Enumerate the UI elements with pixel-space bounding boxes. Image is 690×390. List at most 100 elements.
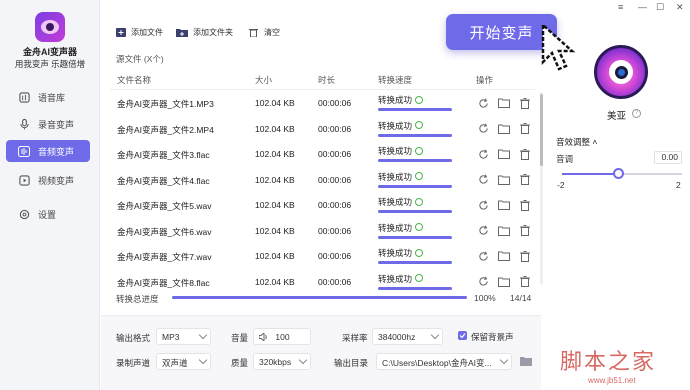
refresh-icon[interactable] (476, 147, 490, 161)
browse-folder-icon[interactable] (520, 356, 532, 368)
table-header: 文件名称 大小 时长 转换速度 操作 (110, 68, 535, 90)
voice-avatar[interactable] (594, 45, 648, 99)
keep-background-checkbox[interactable] (458, 331, 467, 340)
delete-icon[interactable] (518, 275, 532, 289)
file-name: 金舟AI变声器_文件2.MP4 (117, 124, 214, 135)
close-button[interactable]: ✕ (676, 2, 684, 13)
menu-button[interactable]: ≡ (618, 2, 623, 12)
open-folder-icon[interactable] (497, 96, 511, 110)
refresh-icon[interactable] (476, 198, 490, 212)
status-progress-bar (378, 184, 452, 188)
delete-icon[interactable] (518, 249, 532, 263)
refresh-icon[interactable] (476, 224, 490, 238)
row-actions (476, 147, 532, 161)
status-text: 转换成功 (378, 248, 413, 258)
mouse-cursor-icon (540, 22, 584, 76)
output-dir-field[interactable]: C:\Users\Desktop\金舟AI变... (376, 353, 512, 370)
app-name: 金舟AI变声器 (22, 47, 77, 57)
speaker-icon (258, 331, 269, 343)
nav-item-video-voice[interactable]: 视频变声 (6, 169, 90, 191)
status-progress-bar (378, 286, 452, 290)
sample-rate-label: 采样率 (342, 333, 368, 343)
voice-library-icon (18, 91, 30, 103)
table-scrollbar-thumb[interactable] (540, 94, 543, 166)
clear-button[interactable]: 清空 (249, 27, 280, 38)
open-folder-icon[interactable] (497, 249, 511, 263)
nav-item-voice-library[interactable]: 语音库 (6, 86, 90, 108)
open-folder-icon[interactable] (497, 198, 511, 212)
add-file-button[interactable]: 添加文件 (116, 27, 163, 38)
file-name: 金舟AI变声器_文件8.flac (117, 277, 210, 288)
output-format-select[interactable]: MP3 (156, 328, 211, 345)
status-text: 转换成功 (378, 120, 413, 131)
file-name: 金舟AI变声器_文件6.wav (117, 226, 212, 237)
status-text: 转换成功 (378, 222, 413, 233)
table-row[interactable]: 金舟AI变声器_文件1.MP3 102.04 KB 00:00:06 转换成功 (110, 91, 535, 116)
open-folder-icon[interactable] (497, 275, 511, 289)
open-folder-icon[interactable] (497, 173, 511, 187)
channel-value: 双声道 (162, 358, 188, 368)
nav-item-record-voice[interactable]: 录音变声 (6, 113, 90, 135)
refresh-icon[interactable] (476, 122, 490, 136)
open-folder-icon[interactable] (497, 147, 511, 161)
nav-item-settings[interactable]: 设置 (6, 203, 90, 225)
sample-rate-select[interactable]: 384000hz (372, 328, 443, 345)
volume-input[interactable]: 100 (253, 328, 311, 345)
success-check-icon (415, 197, 424, 206)
header-duration: 时长 (318, 75, 336, 85)
refresh-icon[interactable] (476, 96, 490, 110)
nav-item-audio-voice[interactable]: 音频变声 (6, 140, 90, 162)
table-row[interactable]: 金舟AI变声器_文件6.wav 102.04 KB 00:00:06 转换成功 (110, 219, 535, 244)
delete-icon[interactable] (518, 147, 532, 161)
chevron-down-icon (298, 355, 308, 365)
minimize-button[interactable]: — (638, 2, 647, 12)
table-row[interactable]: 金舟AI变声器_文件8.flac 102.04 KB 00:00:06 转换成功 (110, 270, 535, 295)
app-slogan: 用我变声 乐趣倍增 (14, 59, 86, 69)
source-files-label: 源文件 (X个) (116, 54, 164, 64)
table-row[interactable]: 金舟AI变声器_文件5.wav 102.04 KB 00:00:06 转换成功 (110, 193, 535, 218)
status-text: 转换成功 (378, 197, 413, 207)
keep-background-label: 保留背景声 (471, 332, 514, 342)
chevron-down-icon (198, 355, 208, 365)
maximize-button[interactable]: ☐ (656, 2, 664, 13)
nav-label: 视频变声 (38, 175, 75, 186)
success-check-icon (415, 121, 424, 130)
pitch-slider-handle[interactable] (613, 168, 624, 179)
success-check-icon (415, 248, 424, 257)
conversion-status: 转换成功 (378, 120, 452, 138)
table-row[interactable]: 金舟AI变声器_文件4.flac 102.04 KB 00:00:06 转换成功 (110, 168, 535, 193)
total-progress-bar (172, 296, 467, 299)
refresh-icon[interactable] (476, 249, 490, 263)
quality-label: 质量 (231, 358, 249, 368)
channel-select[interactable]: 双声道 (156, 353, 211, 370)
refresh-icon[interactable] (476, 173, 490, 187)
delete-icon[interactable] (518, 224, 532, 238)
refresh-icon[interactable] (476, 275, 490, 289)
open-folder-icon[interactable] (497, 122, 511, 136)
table-row[interactable]: 金舟AI变声器_文件3.flac 102.04 KB 00:00:06 转换成功 (110, 142, 535, 167)
output-dir-label: 输出目录 (334, 358, 369, 368)
help-icon[interactable]: ? (632, 109, 641, 118)
quality-select[interactable]: 320kbps (253, 353, 311, 370)
file-name: 金舟AI变声器_文件5.wav (117, 201, 212, 211)
effect-adjust-title[interactable]: 音效调整 ˄ (556, 136, 597, 148)
output-dir-value: C:\Users\Desktop\金舟AI变... (382, 358, 492, 368)
delete-icon[interactable] (518, 173, 532, 187)
nav-label: 语音库 (38, 92, 66, 103)
status-progress-bar (378, 159, 452, 162)
table-row[interactable]: 金舟AI变声器_文件2.MP4 102.04 KB 00:00:06 转换成功 (110, 117, 535, 142)
conversion-status: 转换成功 (378, 222, 452, 240)
delete-icon[interactable] (518, 122, 532, 136)
output-format-value: MP3 (162, 332, 180, 342)
open-folder-icon[interactable] (497, 224, 511, 238)
delete-icon[interactable] (518, 198, 532, 212)
delete-icon[interactable] (518, 96, 532, 110)
audio-wave-icon (18, 145, 30, 157)
status-text: 转换成功 (378, 95, 413, 105)
file-name: 金舟AI变声器_文件1.MP3 (117, 99, 214, 109)
pitch-value-input[interactable]: 0.00 (654, 151, 682, 164)
table-row[interactable]: 金舟AI变声器_文件7.wav 102.04 KB 00:00:06 转换成功 (110, 244, 535, 269)
file-size: 102.04 KB (255, 276, 295, 287)
success-check-icon (415, 223, 424, 232)
add-folder-button[interactable]: 添加文件夹 (176, 27, 233, 38)
